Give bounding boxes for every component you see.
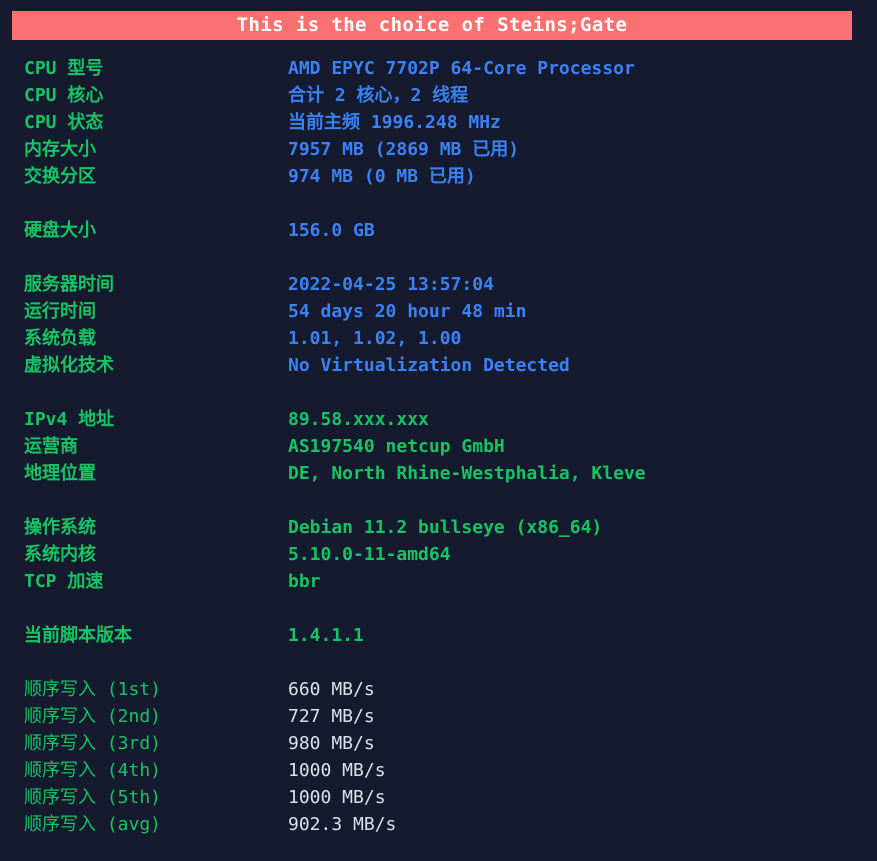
info-row: 内存大小 7957 MB (2869 MB 已用) [0, 136, 877, 163]
info-row: TCP 加速 bbr [0, 568, 877, 595]
info-label: CPU 型号 [24, 58, 104, 79]
info-row: 顺序写入 (1st) 660 MB/s [0, 676, 877, 703]
row-spacer [0, 487, 877, 514]
info-row: 顺序写入 (5th) 1000 MB/s [0, 784, 877, 811]
info-value: bbr [288, 571, 321, 592]
info-value: 727 MB/s [288, 706, 375, 727]
info-row: CPU 核心 合计 2 核心，2 线程 [0, 82, 877, 109]
info-row: IPv4 地址 89.58.xxx.xxx [0, 406, 877, 433]
row-spacer [0, 595, 877, 622]
info-row: 地理位置 DE, North Rhine-Westphalia, Kleve [0, 460, 877, 487]
info-label: TCP 加速 [24, 571, 104, 592]
row-spacer [0, 379, 877, 406]
info-value: AMD EPYC 7702P 64-Core Processor [288, 58, 635, 79]
info-label: 顺序写入 (3rd) [24, 733, 162, 754]
info-label: 顺序写入 (2nd) [24, 706, 162, 727]
header-banner: This is the choice of Steins;Gate [12, 11, 852, 40]
info-row: 交换分区 974 MB (0 MB 已用) [0, 163, 877, 190]
info-row: 服务器时间 2022-04-25 13:57:04 [0, 271, 877, 298]
info-label: 硬盘大小 [24, 220, 96, 241]
info-value: 974 MB (0 MB 已用) [288, 166, 476, 187]
banner-title: This is the choice of Steins;Gate [236, 14, 628, 36]
info-row: 硬盘大小 156.0 GB [0, 217, 877, 244]
info-row: 操作系统 Debian 11.2 bullseye (x86_64) [0, 514, 877, 541]
info-value: 156.0 GB [288, 220, 375, 241]
info-label: 运营商 [24, 436, 78, 457]
info-row: 当前脚本版本 1.4.1.1 [0, 622, 877, 649]
system-info-list: CPU 型号 AMD EPYC 7702P 64-Core Processor CP… [0, 55, 877, 838]
info-label: 顺序写入 (5th) [24, 787, 162, 808]
info-label: 内存大小 [24, 139, 96, 160]
info-value: 1000 MB/s [288, 760, 386, 781]
info-value: DE, North Rhine-Westphalia, Kleve [288, 463, 646, 484]
info-value: 5.10.0-11-amd64 [288, 544, 451, 565]
info-value: 660 MB/s [288, 679, 375, 700]
info-row: 顺序写入 (4th) 1000 MB/s [0, 757, 877, 784]
info-label: CPU 核心 [24, 85, 104, 106]
info-label: 顺序写入 (4th) [24, 760, 162, 781]
info-value: 54 days 20 hour 48 min [288, 301, 527, 322]
info-label: CPU 状态 [24, 112, 104, 133]
info-label: 当前脚本版本 [24, 625, 132, 646]
info-label: 运行时间 [24, 301, 96, 322]
info-value: Debian 11.2 bullseye (x86_64) [288, 517, 603, 538]
info-value: 1.01, 1.02, 1.00 [288, 328, 462, 349]
info-value: 89.58.xxx.xxx [288, 409, 429, 430]
info-label: 操作系统 [24, 517, 96, 538]
info-row: CPU 状态 当前主频 1996.248 MHz [0, 109, 877, 136]
info-label: 服务器时间 [24, 274, 114, 295]
info-value: 当前主频 1996.248 MHz [288, 112, 501, 133]
row-spacer [0, 190, 877, 217]
info-value: 2022-04-25 13:57:04 [288, 274, 494, 295]
info-row: 虚拟化技术 No Virtualization Detected [0, 352, 877, 379]
info-row: 顺序写入 (avg) 902.3 MB/s [0, 811, 877, 838]
info-value: 7957 MB (2869 MB 已用) [288, 139, 520, 160]
info-label: 顺序写入 (avg) [24, 814, 162, 835]
info-value: AS197540 netcup GmbH [288, 436, 505, 457]
info-row: 系统负载 1.01, 1.02, 1.00 [0, 325, 877, 352]
info-value: 1000 MB/s [288, 787, 386, 808]
info-value: No Virtualization Detected [288, 355, 570, 376]
info-label: 顺序写入 (1st) [24, 679, 162, 700]
info-value: 902.3 MB/s [288, 814, 397, 835]
info-label: 交换分区 [24, 166, 96, 187]
info-row: 顺序写入 (2nd) 727 MB/s [0, 703, 877, 730]
info-row: 系统内核 5.10.0-11-amd64 [0, 541, 877, 568]
info-label: 系统内核 [24, 544, 96, 565]
info-row: 运行时间 54 days 20 hour 48 min [0, 298, 877, 325]
info-label: IPv4 地址 [24, 409, 115, 430]
info-row: CPU 型号 AMD EPYC 7702P 64-Core Processor [0, 55, 877, 82]
info-label: 虚拟化技术 [24, 355, 114, 376]
info-value: 1.4.1.1 [288, 625, 364, 646]
info-row: 运营商 AS197540 netcup GmbH [0, 433, 877, 460]
row-spacer [0, 649, 877, 676]
info-row: 顺序写入 (3rd) 980 MB/s [0, 730, 877, 757]
info-value: 合计 2 核心，2 线程 [288, 85, 469, 106]
info-label: 系统负载 [24, 328, 96, 349]
info-label: 地理位置 [24, 463, 96, 484]
row-spacer [0, 244, 877, 271]
terminal-window: This is the choice of Steins;Gate CPU 型号… [0, 0, 877, 861]
info-value: 980 MB/s [288, 733, 375, 754]
